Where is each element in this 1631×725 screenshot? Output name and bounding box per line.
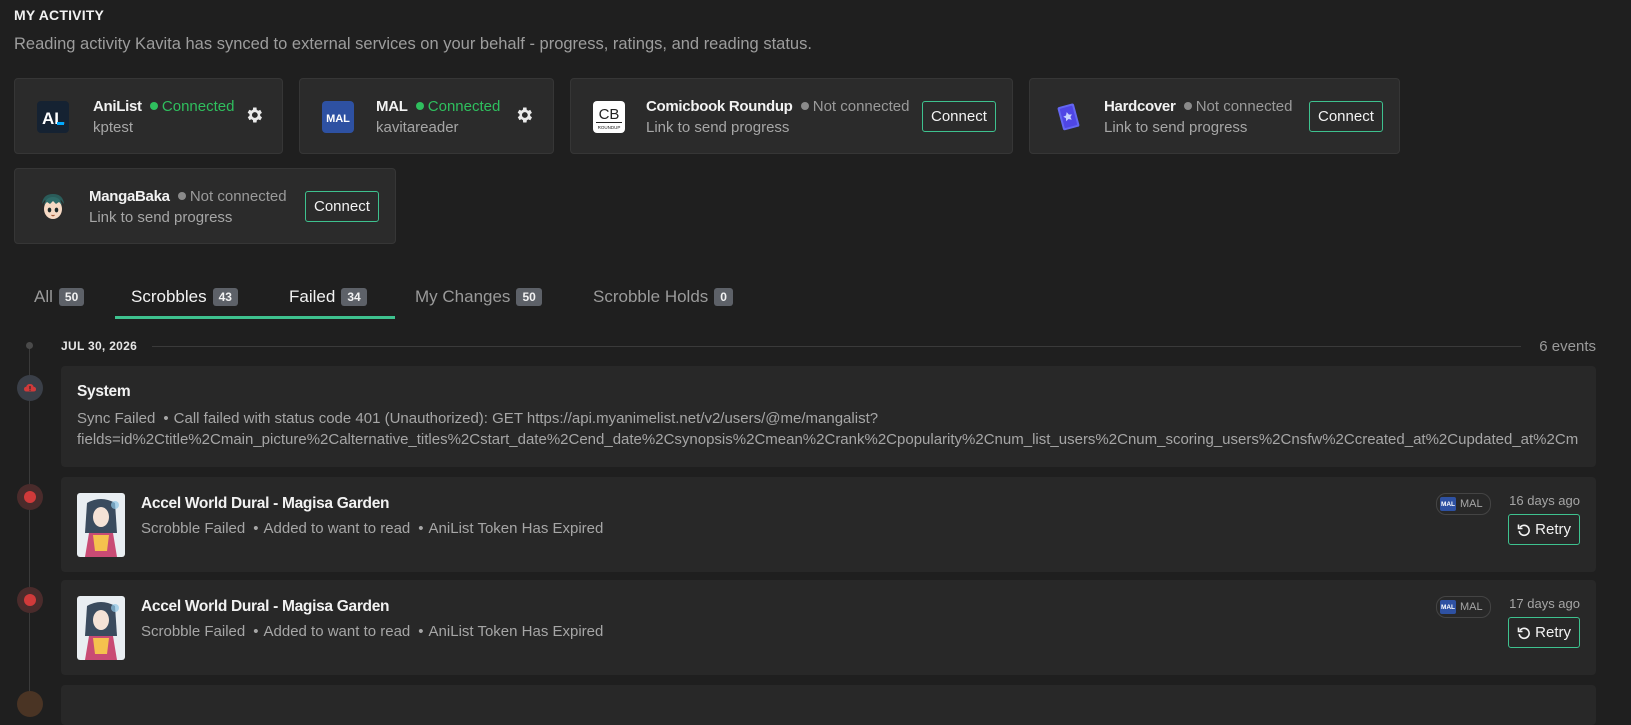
event-timestamp: 17 days ago <box>1509 596 1580 611</box>
page-subtitle: Reading activity Kavita has synced to ex… <box>14 35 812 53</box>
source-badge: MAL MAL <box>1436 493 1491 515</box>
service-name: AniList <box>93 98 142 115</box>
tab-failed[interactable]: Failed 34 <box>289 287 367 307</box>
service-card-mangabaka: MangaBaka Not connected Link to send pro… <box>14 168 396 244</box>
active-tab-indicator <box>115 316 395 319</box>
page-title: MY ACTIVITY <box>14 7 105 23</box>
status-badge: Connected <box>415 98 500 115</box>
tab-my-changes[interactable]: My Changes 50 <box>415 287 542 307</box>
anilist-logo-icon: AL <box>37 101 69 133</box>
service-card-comicbook-roundup: CB ROUNDUP Comicbook Roundup Not connect… <box>570 78 1013 154</box>
count-badge: 0 <box>714 288 733 306</box>
tab-scrobble-holds[interactable]: Scrobble Holds 0 <box>593 287 733 307</box>
timeline-date: JUL 30, 2026 <box>61 339 138 353</box>
system-event-card: System Sync Failed • Call failed with stat… <box>61 366 1596 467</box>
retry-button[interactable]: Retry <box>1508 617 1580 648</box>
event-title[interactable]: Accel World Dural - Magisa Garden <box>141 495 390 513</box>
tab-scrobbles[interactable]: Scrobbles 43 <box>131 287 238 307</box>
mal-icon: MAL <box>1440 600 1456 614</box>
status-badge: Not connected <box>1183 98 1292 115</box>
scrobble-event-card <box>61 685 1596 725</box>
count-badge: 34 <box>341 288 367 306</box>
service-hint: Link to send progress <box>1104 119 1248 136</box>
event-meta: Scrobble Failed • Added to want to read • An… <box>141 520 604 537</box>
event-count: 6 events <box>1539 338 1596 355</box>
service-hint: Link to send progress <box>89 209 233 226</box>
retry-icon <box>1517 627 1531 639</box>
count-badge: 50 <box>516 288 542 306</box>
service-hint: Link to send progress <box>646 119 790 136</box>
failed-event-marker <box>17 484 43 510</box>
failed-event-marker <box>17 587 43 613</box>
service-name: MangaBaka <box>89 188 170 205</box>
timeline-date-dot <box>26 342 33 349</box>
connect-button[interactable]: Connect <box>922 101 996 132</box>
retry-button[interactable]: Retry <box>1508 514 1580 545</box>
svg-text:AL: AL <box>42 109 65 128</box>
count-badge: 43 <box>212 288 238 306</box>
service-username: kptest <box>93 119 134 136</box>
connect-button[interactable]: Connect <box>305 191 379 222</box>
service-name: Comicbook Roundup <box>646 98 793 115</box>
event-meta: Scrobble Failed • Added to want to read • An… <box>141 623 604 640</box>
status-badge: Not connected <box>177 188 287 205</box>
svg-text:ROUNDUP: ROUNDUP <box>598 125 621 130</box>
event-message: Sync Failed • Call failed with status code… <box>77 410 1579 448</box>
service-card-hardcover: Hardcover Not connected Link to send pro… <box>1029 78 1400 154</box>
gear-icon[interactable] <box>244 105 266 127</box>
scrobble-event-card: Accel World Dural - Magisa Garden Scrobb… <box>61 477 1596 572</box>
service-card-mal: MAL MAL Connected kavitareader <box>299 78 554 154</box>
hardcover-logo-icon <box>1052 101 1084 133</box>
scrobble-event-card: Accel World Dural - Magisa Garden Scrobb… <box>61 580 1596 675</box>
mal-logo-icon: MAL <box>322 101 354 133</box>
gear-icon[interactable] <box>514 105 536 127</box>
service-card-anilist: AL AniList Connected kptest <box>14 78 283 154</box>
connect-button[interactable]: Connect <box>1309 101 1383 132</box>
svg-text:CB: CB <box>599 106 620 123</box>
timeline-divider <box>152 346 1521 347</box>
event-title: System <box>77 383 131 400</box>
status-badge: Not connected <box>800 98 909 115</box>
service-name: MAL <box>376 98 408 115</box>
event-timestamp: 16 days ago <box>1509 493 1580 508</box>
event-marker <box>17 691 43 717</box>
service-username: kavitareader <box>376 119 459 136</box>
cloud-error-icon <box>24 384 36 392</box>
mangabaka-logo-icon <box>37 191 69 223</box>
series-cover[interactable] <box>77 596 125 660</box>
series-cover[interactable] <box>77 493 125 557</box>
mal-icon: MAL <box>1440 497 1456 511</box>
source-badge: MAL MAL <box>1436 596 1491 618</box>
svg-text:MAL: MAL <box>326 113 350 125</box>
system-event-marker <box>17 375 43 401</box>
tab-all[interactable]: All 50 <box>34 287 85 307</box>
status-badge: Connected <box>149 98 234 115</box>
service-name: Hardcover <box>1104 98 1176 115</box>
event-title[interactable]: Accel World Dural - Magisa Garden <box>141 598 390 616</box>
comicbook-roundup-logo-icon: CB ROUNDUP <box>593 101 625 133</box>
retry-icon <box>1517 524 1531 536</box>
count-badge: 50 <box>58 288 85 306</box>
